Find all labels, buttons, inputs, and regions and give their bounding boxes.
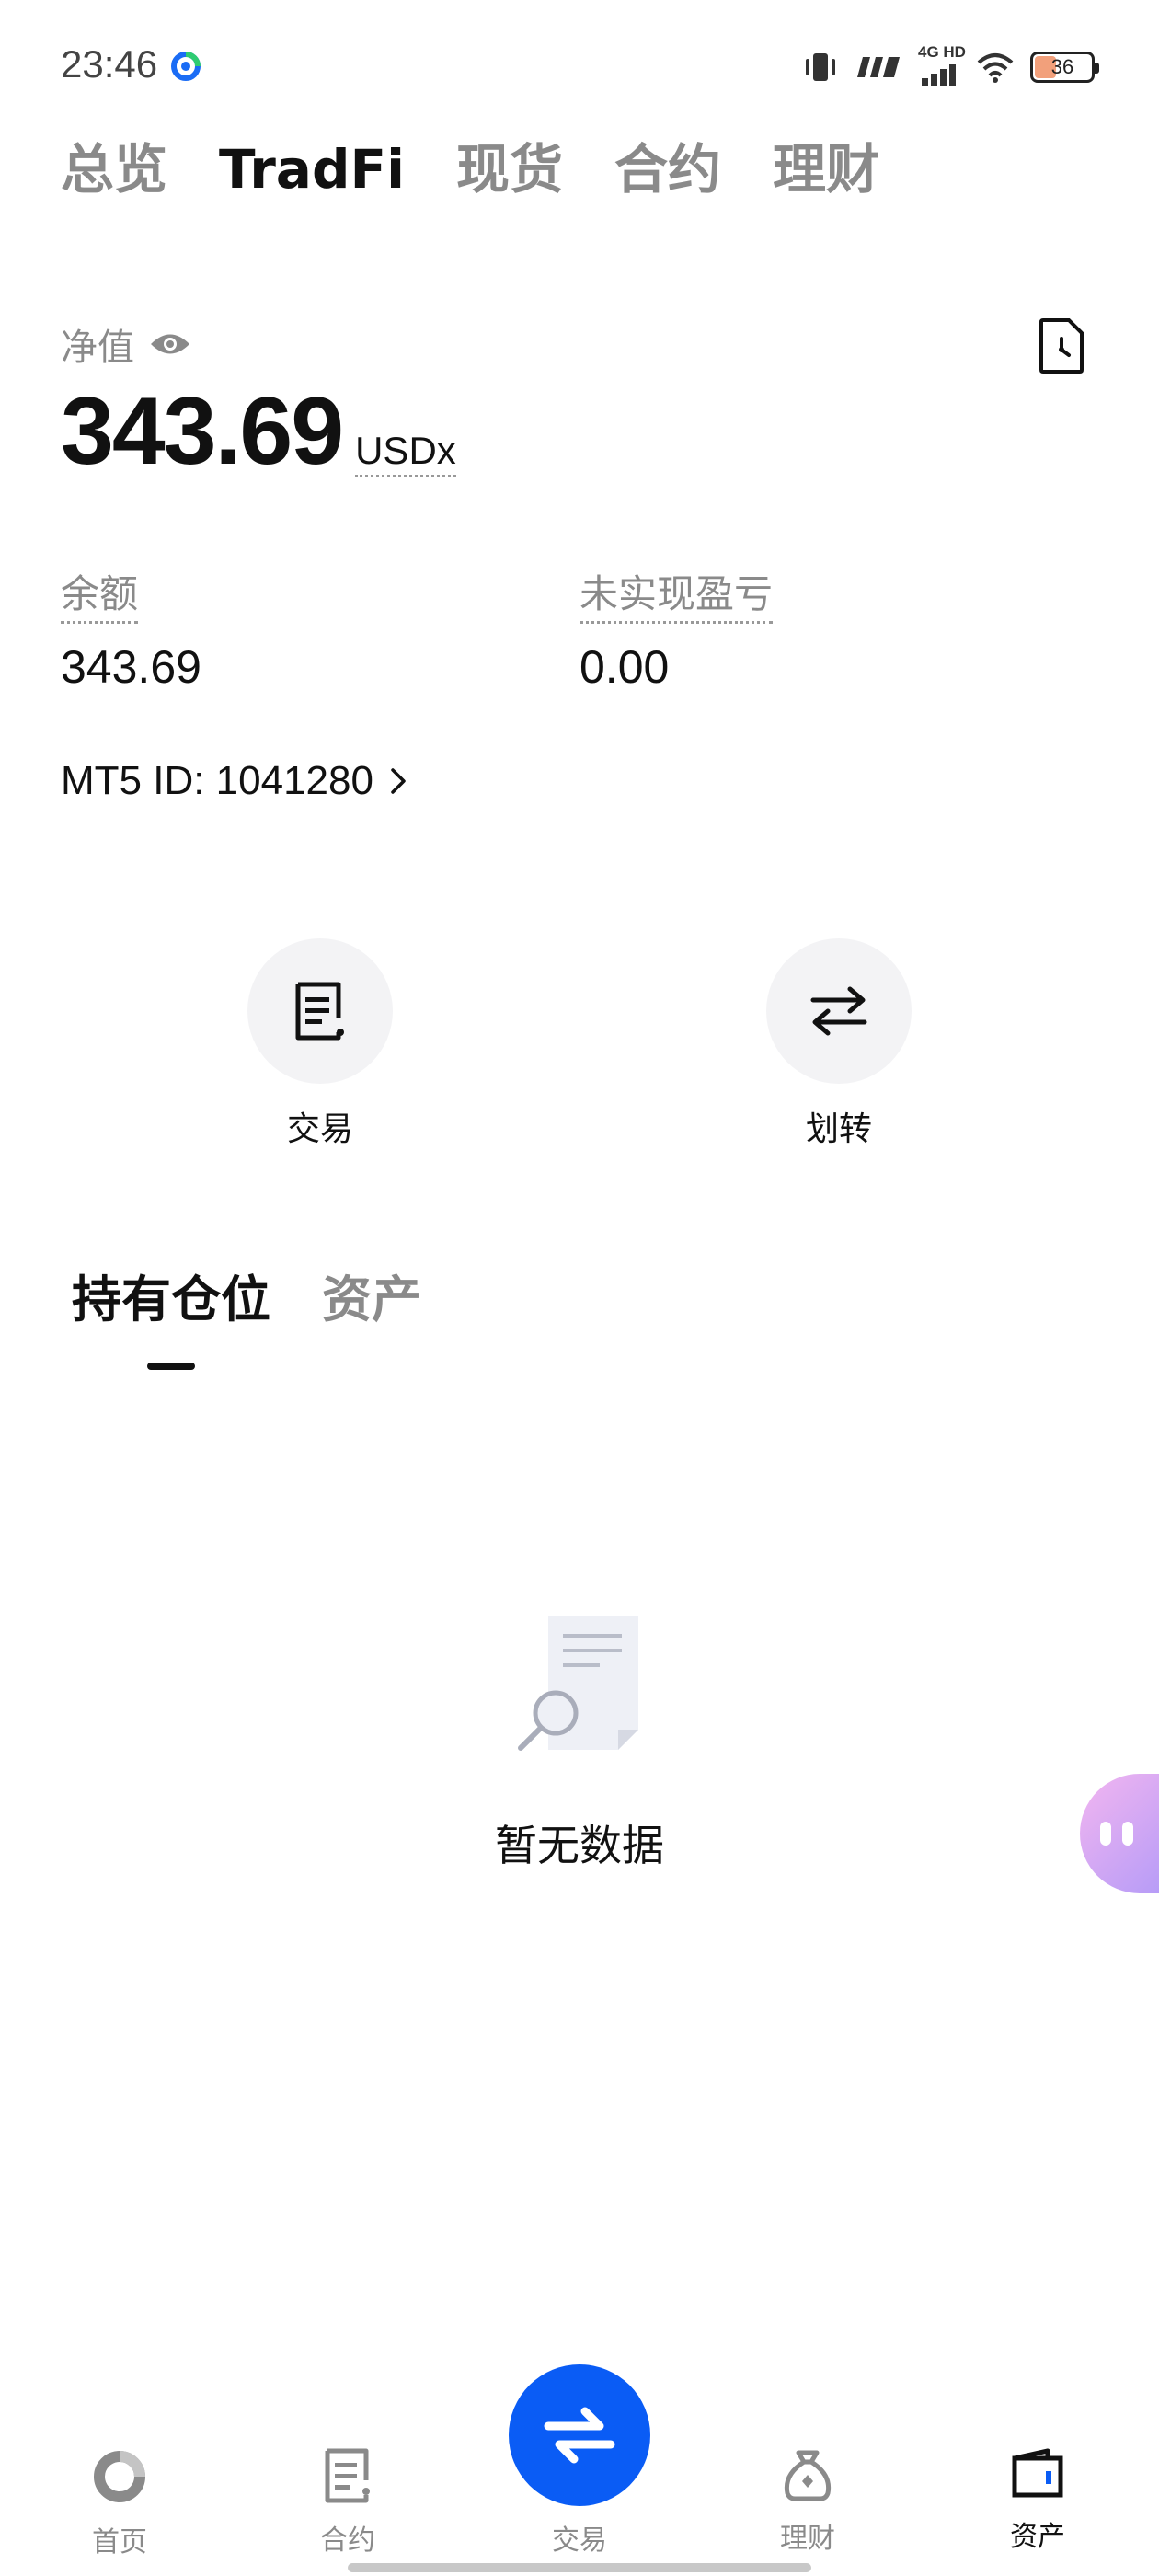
status-indicators: 4G HD 36	[802, 43, 1099, 88]
tab-overview[interactable]: 总览	[61, 138, 167, 202]
tab-tradfi[interactable]: TradFi	[219, 138, 405, 202]
home-logo-icon	[94, 2451, 145, 2502]
nav-assets-label: 资产	[1010, 2521, 1065, 2553]
nav-trade[interactable]: 交易	[506, 2364, 653, 2558]
net-value-row: 343.69 USDx	[61, 377, 456, 487]
nav-home-label: 首页	[92, 2526, 147, 2559]
nav-earn[interactable]: 理财	[743, 2447, 872, 2556]
nav-futures[interactable]: 合约	[283, 2447, 412, 2558]
vibrate-icon	[806, 53, 835, 81]
status-time: 23:46	[61, 42, 158, 86]
net-value-header: 净值	[61, 317, 191, 371]
trade-action-circle[interactable]	[247, 938, 393, 1084]
wallet-icon	[1012, 2448, 1063, 2498]
transfer-action-button[interactable]: 划转	[765, 938, 912, 1150]
transfer-action-circle[interactable]	[766, 938, 912, 1084]
balance-value: 343.69	[61, 641, 201, 693]
bottom-navigation: 首页 合约 交易 理财 资产	[0, 2355, 1159, 2576]
assistant-bot-button[interactable]	[1080, 1774, 1159, 1893]
trade-action-label: 交易	[286, 1110, 353, 1148]
battery-icon: 36	[1030, 52, 1099, 83]
transfer-arrows-icon	[810, 986, 867, 1036]
tab-spot[interactable]: 现货	[456, 138, 563, 202]
nav-assets[interactable]: 资产	[973, 2447, 1102, 2554]
tab-assets[interactable]: 资产	[322, 1259, 421, 1331]
history-icon[interactable]	[1036, 316, 1087, 375]
mt5-id-link[interactable]: MT5 ID: 1041280	[61, 758, 407, 804]
swap-arrows-icon	[544, 2407, 615, 2464]
account-tabs: 总览 TradFi 现货 合约 理财	[61, 138, 879, 202]
tab-positions[interactable]: 持有仓位	[72, 1259, 270, 1331]
order-document-icon	[295, 982, 344, 1041]
home-indicator[interactable]	[348, 2563, 811, 2572]
eye-icon[interactable]	[149, 330, 191, 358]
unrealized-pnl-block: 未实现盈亏 0.00	[580, 563, 774, 694]
bot-eye-right	[1122, 1822, 1133, 1846]
unrealized-pnl-label[interactable]: 未实现盈亏	[580, 563, 774, 624]
section-tabs: 持有仓位 资产	[72, 1259, 421, 1331]
futures-document-icon	[325, 2448, 370, 2503]
chevron-right-icon	[391, 768, 406, 794]
signal-icon: 4G HD	[918, 43, 966, 87]
transfer-action-label: 划转	[805, 1110, 872, 1148]
carrier-logo-icon	[857, 57, 900, 77]
mt5-id-text: MT5 ID: 1041280	[61, 758, 373, 803]
empty-state-text: 暂无数据	[495, 1821, 664, 1870]
empty-data-illustration	[518, 1616, 638, 1751]
trade-fab-button[interactable]	[509, 2364, 650, 2506]
earn-moneybag-icon	[784, 2450, 832, 2501]
net-value-label: 净值	[61, 327, 134, 369]
nav-home[interactable]: 首页	[55, 2447, 184, 2559]
nav-earn-label: 理财	[780, 2523, 835, 2555]
nav-trade-label: 交易	[552, 2524, 607, 2557]
bot-eye-left	[1100, 1822, 1111, 1846]
balance-label[interactable]: 余额	[61, 563, 139, 624]
nav-futures-label: 合约	[320, 2524, 375, 2557]
balance-block: 余额 343.69	[61, 563, 201, 694]
net-value-amount: 343.69	[61, 378, 344, 485]
status-bar: 23:46 4G HD 36	[0, 0, 1159, 138]
net-value-unit[interactable]: USDx	[355, 429, 456, 477]
trade-action-button[interactable]: 交易	[247, 938, 394, 1150]
app-notification-icon	[171, 52, 201, 81]
battery-level: 36	[1050, 55, 1074, 78]
unrealized-pnl-value: 0.00	[580, 641, 670, 693]
tab-futures[interactable]: 合约	[614, 138, 721, 202]
wifi-icon	[977, 53, 1014, 83]
tab-earn[interactable]: 理财	[773, 138, 879, 202]
